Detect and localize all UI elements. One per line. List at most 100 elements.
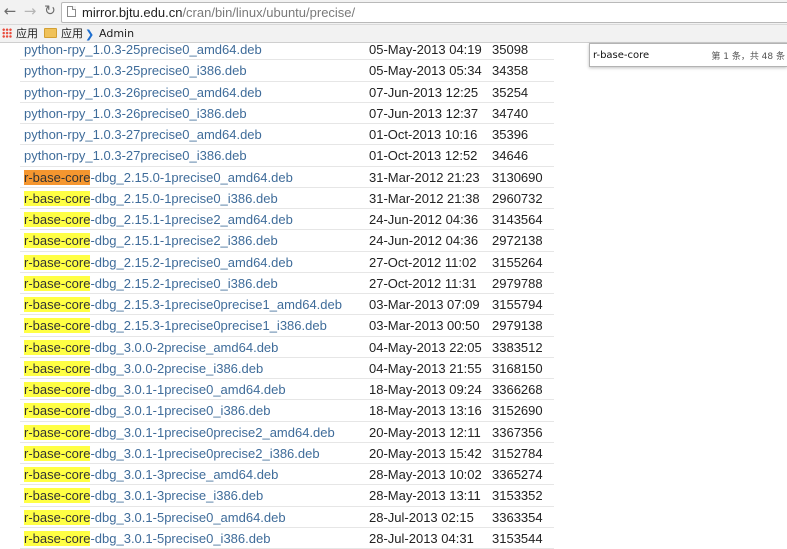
reload-icon[interactable]: ↻ — [42, 3, 58, 19]
file-date: 05-May-2013 04:19 — [369, 42, 482, 57]
file-size: 3143564 — [492, 212, 543, 227]
file-name-text: -dbg_3.0.0-2precise_amd64.deb — [90, 339, 279, 355]
file-date: 03-Mar-2013 00:50 — [369, 318, 480, 334]
table-row: python-rpy_1.0.3-25precise0_amd64.deb 05-… — [20, 39, 554, 61]
file-size: 3155264 — [492, 254, 543, 270]
search-highlight: r-base-core — [24, 190, 91, 206]
file-name-text: python-rpy_1.0.3-27precise0_amd64.deb — [24, 127, 262, 142]
file-date: 28-Jul-2013 04:31 — [369, 530, 474, 546]
file-link[interactable]: r-base-core-dbg_3.0.1-1precise0precise2_… — [24, 422, 335, 443]
url-path: /cran/bin/linux/ubuntu/precise/ — [182, 5, 356, 20]
table-row: r-base-core-dbg_2.15.1-1precise2_i386.de… — [20, 230, 554, 252]
url-text[interactable]: mirror.bjtu.edu.cn/cran/bin/linux/ubuntu… — [82, 4, 355, 21]
table-row: r-base-core-dbg_3.0.1-1precise0_amd64.de… — [20, 379, 554, 401]
file-size: 3152690 — [492, 403, 543, 419]
address-bar[interactable]: mirror.bjtu.edu.cn/cran/bin/linux/ubuntu… — [61, 2, 787, 23]
file-link[interactable]: python-rpy_1.0.3-26precise0_i386.deb — [24, 103, 247, 124]
apps-grid-icon — [2, 28, 12, 38]
search-highlight: r-base-core — [24, 382, 91, 397]
folder-icon — [44, 28, 57, 38]
file-link[interactable]: python-rpy_1.0.3-25precise0_amd64.deb — [24, 39, 262, 60]
file-name-text: python-rpy_1.0.3-25precise0_i386.deb — [24, 63, 247, 79]
file-date: 07-Jun-2013 12:37 — [369, 105, 479, 121]
arrow-right-icon[interactable]: → — [22, 3, 38, 19]
file-link[interactable]: python-rpy_1.0.3-26precise0_amd64.deb — [24, 82, 262, 103]
table-row: r-base-core-dbg_3.0.1-3precise_i386.deb 2… — [20, 485, 554, 507]
file-size: 34740 — [492, 105, 529, 121]
file-date: 04-May-2013 21:55 — [369, 360, 482, 376]
file-date: 04-May-2013 22:05 — [369, 339, 482, 355]
file-link[interactable]: r-base-core-dbg_3.0.0-2precise_i386.deb — [24, 358, 263, 379]
file-name-text: -dbg_3.0.1-1precise0precise2_i386.deb — [90, 445, 320, 461]
file-size: 2960732 — [492, 190, 543, 206]
file-size: 3130690 — [492, 169, 543, 185]
file-link[interactable]: r-base-core-dbg_2.15.1-1precise2_amd64.d… — [24, 209, 293, 230]
file-name-text: -dbg_2.15.0-1precise0_amd64.deb — [90, 169, 293, 185]
file-link[interactable]: r-base-core-dbg_3.0.1-5precise0_amd64.de… — [24, 507, 286, 528]
search-highlight: r-base-core — [24, 509, 91, 525]
file-link[interactable]: python-rpy_1.0.3-25precise0_i386.deb — [24, 60, 247, 81]
file-link[interactable]: python-rpy_1.0.3-27precise0_i386.deb — [24, 145, 247, 166]
file-name-text: -dbg_3.0.1-3precise_i386.deb — [90, 488, 264, 504]
file-name-text: python-rpy_1.0.3-26precise0_i386.deb — [24, 105, 247, 121]
file-size: 35396 — [492, 127, 529, 142]
search-highlight: r-base-core — [24, 212, 91, 227]
table-row: r-base-core-dbg_2.15.3-1precise0precise1… — [20, 315, 554, 337]
search-highlight: r-base-core — [24, 488, 91, 504]
table-row: r-base-core-dbg_2.15.0-1precise0_amd64.d… — [20, 167, 554, 188]
file-size: 3153544 — [492, 530, 543, 546]
file-date: 24-Jun-2012 04:36 — [369, 212, 479, 227]
file-name-text: -dbg_2.15.0-1precise0_i386.deb — [90, 190, 278, 206]
file-link[interactable]: r-base-core-dbg_2.15.1-1precise2_i386.de… — [24, 230, 278, 251]
file-link[interactable]: r-base-core-dbg_2.15.0-1precise0_amd64.d… — [24, 167, 293, 188]
file-link[interactable]: r-base-core-dbg_2.15.0-1precise0_i386.de… — [24, 188, 278, 209]
browser-toolbar: ← → ↻ mirror.bjtu.edu.cn/cran/bin/linux/… — [0, 0, 787, 25]
file-name-text: -dbg_3.0.0-2precise_i386.deb — [90, 360, 264, 376]
file-name-text: -dbg_2.15.3-1precise0precise1_amd64.deb — [90, 297, 342, 312]
file-link[interactable]: r-base-core-dbg_3.0.1-1precise0precise2_… — [24, 443, 320, 464]
file-name-text: -dbg_3.0.1-1precise0_amd64.deb — [90, 382, 286, 397]
file-name-text: python-rpy_1.0.3-25precise0_amd64.deb — [24, 42, 262, 57]
table-row: python-rpy_1.0.3-26precise0_amd64.deb 07-… — [20, 82, 554, 103]
table-row: r-base-core-dbg_3.0.1-3precise_amd64.deb… — [20, 464, 554, 486]
file-link[interactable]: r-base-core-dbg_3.0.1-5precise0_i386.deb — [24, 528, 270, 549]
file-date: 01-Oct-2013 12:52 — [369, 148, 478, 164]
file-link[interactable]: r-base-core-dbg_3.0.1-1precise0_i386.deb — [24, 400, 270, 421]
file-link[interactable]: r-base-core-dbg_2.15.3-1precise0precise1… — [24, 315, 327, 336]
file-link[interactable]: r-base-core-dbg_2.15.2-1precise0_i386.de… — [24, 273, 278, 294]
search-highlight: r-base-core — [24, 297, 91, 312]
file-size: 35254 — [492, 84, 529, 100]
find-input[interactable] — [593, 47, 703, 63]
file-size: 3363354 — [492, 509, 543, 525]
file-link[interactable]: r-base-core-dbg_3.0.0-2precise_amd64.deb — [24, 337, 278, 358]
file-name-text: -dbg_3.0.1-1precise0_i386.deb — [90, 403, 271, 419]
file-link[interactable]: r-base-core-dbg_2.15.2-1precise0_amd64.d… — [24, 252, 293, 273]
file-name-text: python-rpy_1.0.3-27precise0_i386.deb — [24, 148, 247, 164]
file-date: 03-Mar-2013 07:09 — [369, 297, 480, 312]
table-row: r-base-core-dbg_2.15.0-1precise0_i386.de… — [20, 188, 554, 209]
file-link[interactable]: r-base-core-dbg_3.0.1-1precise0_amd64.de… — [24, 379, 286, 400]
table-row: r-base-core-dbg_3.0.1-5precise0_i386.deb… — [20, 528, 554, 549]
file-size: 3365274 — [492, 467, 543, 482]
file-listing: python-rpy_1.0.3-25precise0_amd64.deb 05-… — [20, 39, 554, 549]
file-size: 3366268 — [492, 382, 543, 397]
table-row: python-rpy_1.0.3-26precise0_i386.deb 07-J… — [20, 103, 554, 124]
file-date: 01-Oct-2013 10:16 — [369, 127, 478, 142]
table-row: r-base-core-dbg_2.15.2-1precise0_amd64.d… — [20, 252, 554, 273]
file-name-text: python-rpy_1.0.3-26precise0_amd64.deb — [24, 84, 262, 100]
file-name-text: -dbg_3.0.1-5precise0_amd64.deb — [90, 509, 286, 525]
file-name-text: -dbg_3.0.1-1precise0precise2_amd64.deb — [90, 424, 335, 440]
file-date: 20-May-2013 15:42 — [369, 445, 482, 461]
file-link[interactable]: r-base-core-dbg_2.15.3-1precise0precise1… — [24, 294, 342, 315]
file-link[interactable]: python-rpy_1.0.3-27precise0_amd64.deb — [24, 124, 262, 145]
file-size: 3155794 — [492, 297, 543, 312]
file-name-text: -dbg_2.15.1-1precise2_i386.deb — [90, 233, 278, 249]
file-size: 34358 — [492, 63, 529, 79]
file-date: 07-Jun-2013 12:25 — [369, 84, 479, 100]
table-row: r-base-core-dbg_2.15.1-1precise2_amd64.d… — [20, 209, 554, 231]
search-highlight: r-base-core — [24, 467, 91, 482]
file-link[interactable]: r-base-core-dbg_3.0.1-3precise_amd64.deb — [24, 464, 278, 485]
arrow-left-icon[interactable]: ← — [2, 3, 18, 19]
file-date: 20-May-2013 12:11 — [369, 424, 481, 440]
file-link[interactable]: r-base-core-dbg_3.0.1-3precise_i386.deb — [24, 485, 263, 506]
